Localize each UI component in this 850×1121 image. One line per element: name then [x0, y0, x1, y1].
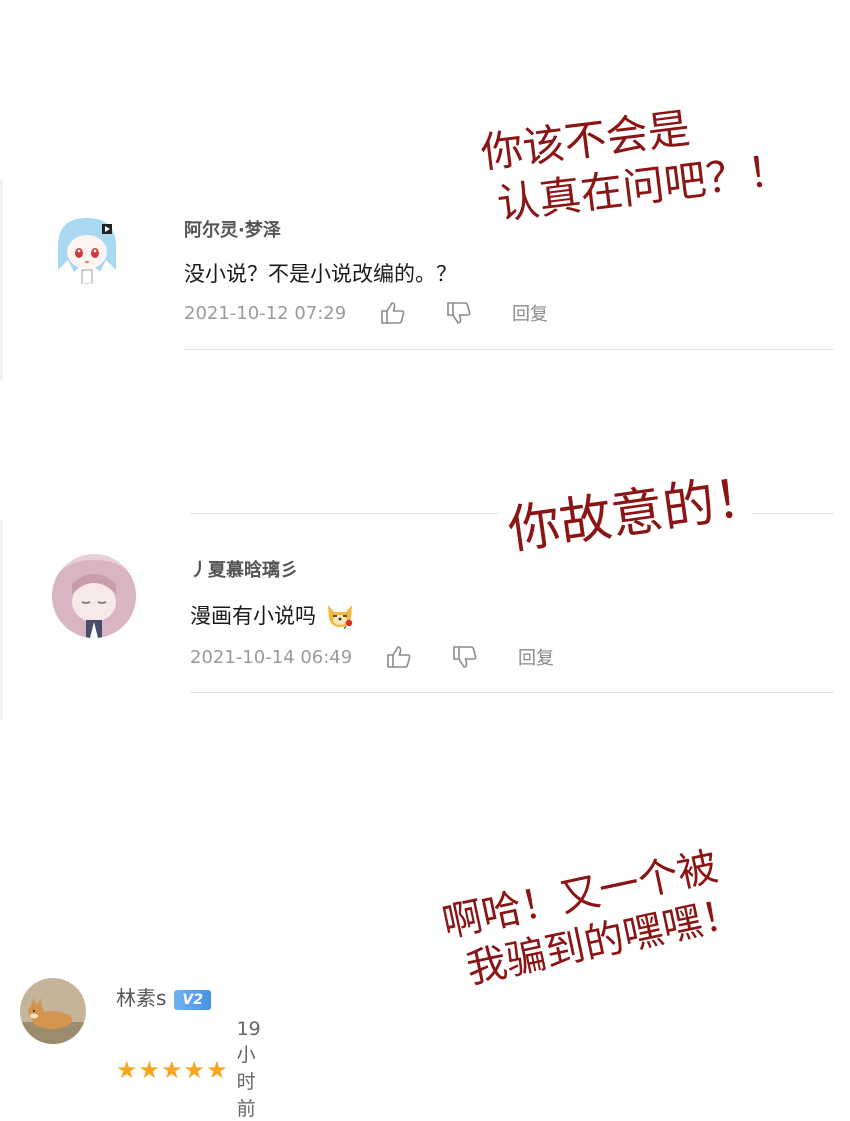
comment-meta: 2021-10-14 06:49 回复 — [190, 644, 554, 670]
avatar[interactable] — [52, 554, 136, 638]
username[interactable]: 阿尔灵·梦泽 — [184, 216, 281, 242]
star-icon: ★ — [161, 1055, 183, 1084]
star-icon: ★ — [206, 1055, 228, 1084]
reply-button[interactable]: 回复 — [512, 300, 548, 326]
reply-button[interactable]: 回复 — [518, 644, 554, 670]
time-ago: 19小时前 — [236, 1018, 261, 1120]
handwritten-annotation-1: 你该不会是 认真在问吧？！ — [478, 91, 793, 232]
timestamp: 2021-10-12 07:29 — [184, 302, 347, 324]
like-button[interactable] — [386, 645, 452, 669]
thumbs-down-icon — [447, 302, 471, 324]
handwritten-annotation-2: 你故意的！ — [504, 464, 771, 565]
comment-text: 没小说？不是小说改编的。？ — [184, 262, 457, 286]
divider — [184, 349, 834, 350]
divider — [190, 692, 834, 693]
star-icon: ★ — [116, 1055, 138, 1084]
emoji-dog-icon — [327, 605, 352, 630]
avatar[interactable] — [50, 210, 124, 284]
left-edge-mark — [0, 180, 3, 380]
username[interactable]: 丿夏慕晗璃彡 — [190, 556, 298, 582]
thumbs-up-icon — [381, 302, 405, 324]
divider — [190, 513, 500, 514]
username-text[interactable]: 林素s — [116, 986, 166, 1010]
level-badge: V2 — [174, 989, 211, 1010]
comment-text: 漫画有小说吗 — [190, 600, 355, 630]
star-icon: ★ — [138, 1055, 161, 1084]
dislike-button[interactable] — [446, 301, 512, 325]
handwritten-annotation-3: 啊哈！又一个被 我骗到的嘿嘿！ — [438, 839, 746, 998]
like-button[interactable] — [380, 301, 446, 325]
comment-meta: 2021-10-12 07:29 回复 — [184, 300, 548, 326]
thumbs-down-icon — [453, 646, 477, 668]
rating-stars: ★ ★ ★ ★ ★ 19小时前 — [116, 1018, 261, 1121]
avatar[interactable] — [20, 978, 86, 1044]
timestamp: 2021-10-14 06:49 — [190, 646, 353, 668]
dislike-button[interactable] — [452, 645, 518, 669]
annotation-line: 你故意的！ — [504, 465, 771, 562]
star-icon: ★ — [183, 1055, 206, 1084]
comment-text-content: 漫画有小说吗 — [190, 604, 316, 628]
thumbs-up-icon — [387, 646, 411, 668]
username: 林素s V2 — [116, 982, 211, 1011]
left-edge-mark — [0, 520, 3, 720]
